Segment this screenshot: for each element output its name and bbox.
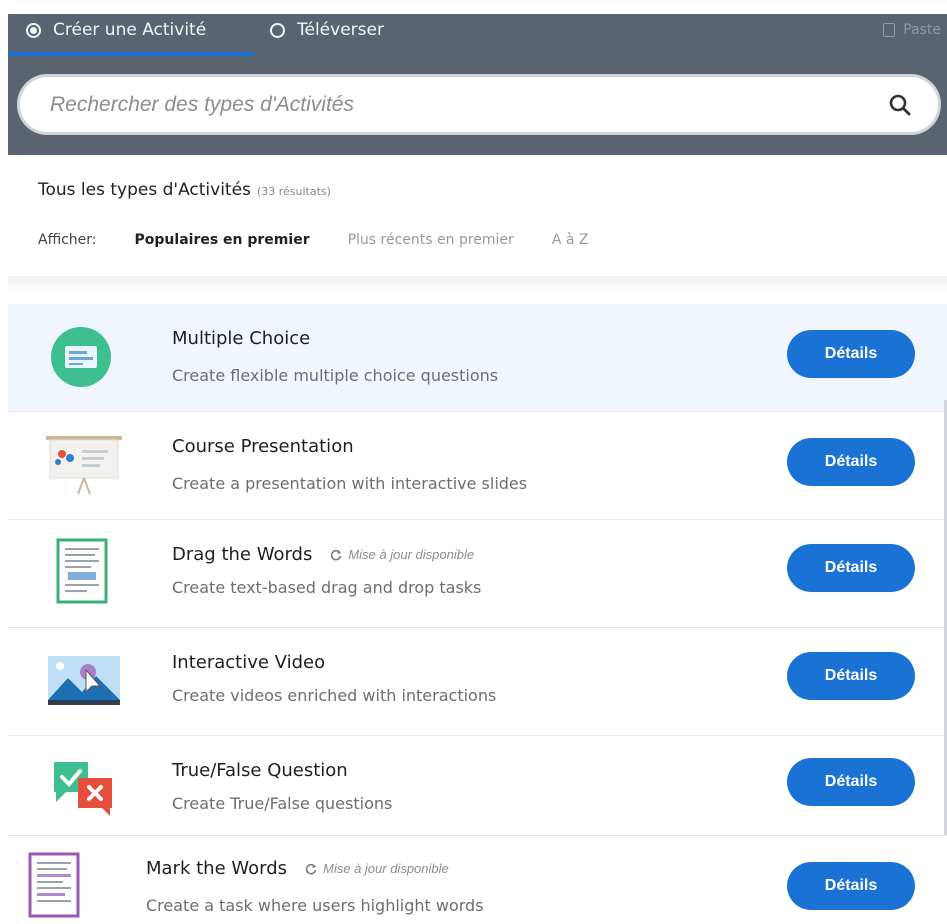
item-title: Drag the Words	[172, 544, 313, 565]
list-divider	[8, 276, 947, 292]
list-heading: Tous les types d'Activités	[38, 180, 251, 200]
interactive-video-icon	[46, 652, 122, 712]
multiple-choice-icon	[50, 326, 112, 392]
paste-label: Paste	[903, 22, 941, 38]
refresh-icon	[305, 863, 317, 874]
drag-the-words-icon	[56, 538, 108, 608]
details-button[interactable]: Détails	[787, 544, 915, 592]
list-item-mark-the-words[interactable]: Mark the Words Mise à jour disponible Cr…	[8, 836, 947, 924]
update-label: Mise à jour disponible	[348, 547, 475, 562]
true-false-icon	[48, 756, 118, 822]
result-count: (33 résultats)	[256, 185, 331, 198]
list-item-interactive-video[interactable]: Interactive Video Create videos enriched…	[8, 628, 947, 736]
list-header: Tous les types d'Activités (33 résultats…	[38, 180, 331, 200]
tab-upload-label: Téléverser	[297, 20, 384, 40]
details-button[interactable]: Détails	[787, 652, 915, 700]
item-description: Create a task where users highlight word…	[146, 896, 484, 915]
clipboard-icon	[883, 23, 896, 37]
search-placeholder: Rechercher des types d'Activités	[50, 92, 354, 116]
item-description: Create videos enriched with interactions	[172, 686, 497, 705]
sort-popular[interactable]: Populaires en premier	[135, 232, 310, 248]
tab-create-label: Créer une Activité	[53, 20, 207, 40]
details-button[interactable]: Détails	[787, 862, 915, 910]
update-label: Mise à jour disponible	[323, 861, 449, 876]
tab-create-activity[interactable]: Créer une Activité	[26, 10, 206, 50]
details-button[interactable]: Détails	[787, 438, 915, 486]
sort-bar: Afficher: Populaires en premier Plus réc…	[38, 232, 626, 248]
list-item-drag-the-words[interactable]: Drag the Words Mise à jour disponible Cr…	[8, 520, 947, 628]
item-title: Mark the Words	[146, 858, 288, 879]
item-description: Create text-based drag and drop tasks	[172, 578, 482, 597]
mark-the-words-icon	[28, 852, 80, 922]
item-description: Create True/False questions	[172, 794, 393, 813]
item-title: Multiple Choice	[172, 328, 311, 349]
item-title: Course Presentation	[172, 436, 354, 457]
tab-upload[interactable]: Téléverser	[270, 10, 384, 50]
tab-bar: Créer une Activité Téléverser Paste	[8, 14, 947, 56]
sort-newest[interactable]: Plus récents en premier	[348, 232, 514, 248]
radio-selected-icon	[26, 22, 41, 38]
list-item-multiple-choice[interactable]: Multiple Choice Create flexible multiple…	[8, 304, 947, 412]
list-item-course-presentation[interactable]: Course Presentation Create a presentatio…	[8, 412, 947, 520]
editor-header: Créer une Activité Téléverser Paste Rech…	[8, 14, 947, 155]
sort-alphabetical[interactable]: A à Z	[552, 232, 589, 248]
details-button[interactable]: Détails	[787, 330, 915, 378]
course-presentation-icon	[44, 432, 124, 500]
item-description: Create a presentation with interactive s…	[172, 474, 528, 493]
item-description: Create flexible multiple choice question…	[172, 366, 499, 385]
refresh-icon	[331, 549, 342, 560]
update-available-badge[interactable]: Mise à jour disponible	[330, 547, 474, 562]
item-title: True/False Question	[172, 760, 348, 781]
details-button[interactable]: Détails	[787, 758, 915, 806]
radio-unselected-icon	[270, 22, 285, 38]
sort-label: Afficher:	[38, 232, 97, 248]
search-icon[interactable]	[880, 85, 920, 125]
update-available-badge[interactable]: Mise à jour disponible	[305, 861, 449, 876]
active-tab-indicator	[8, 52, 254, 56]
paste-button[interactable]: Paste	[883, 10, 941, 50]
list-item-true-false-question[interactable]: True/False Question Create True/False qu…	[8, 736, 947, 836]
search-input[interactable]: Rechercher des types d'Activités	[17, 74, 941, 135]
item-title: Interactive Video	[172, 652, 326, 673]
